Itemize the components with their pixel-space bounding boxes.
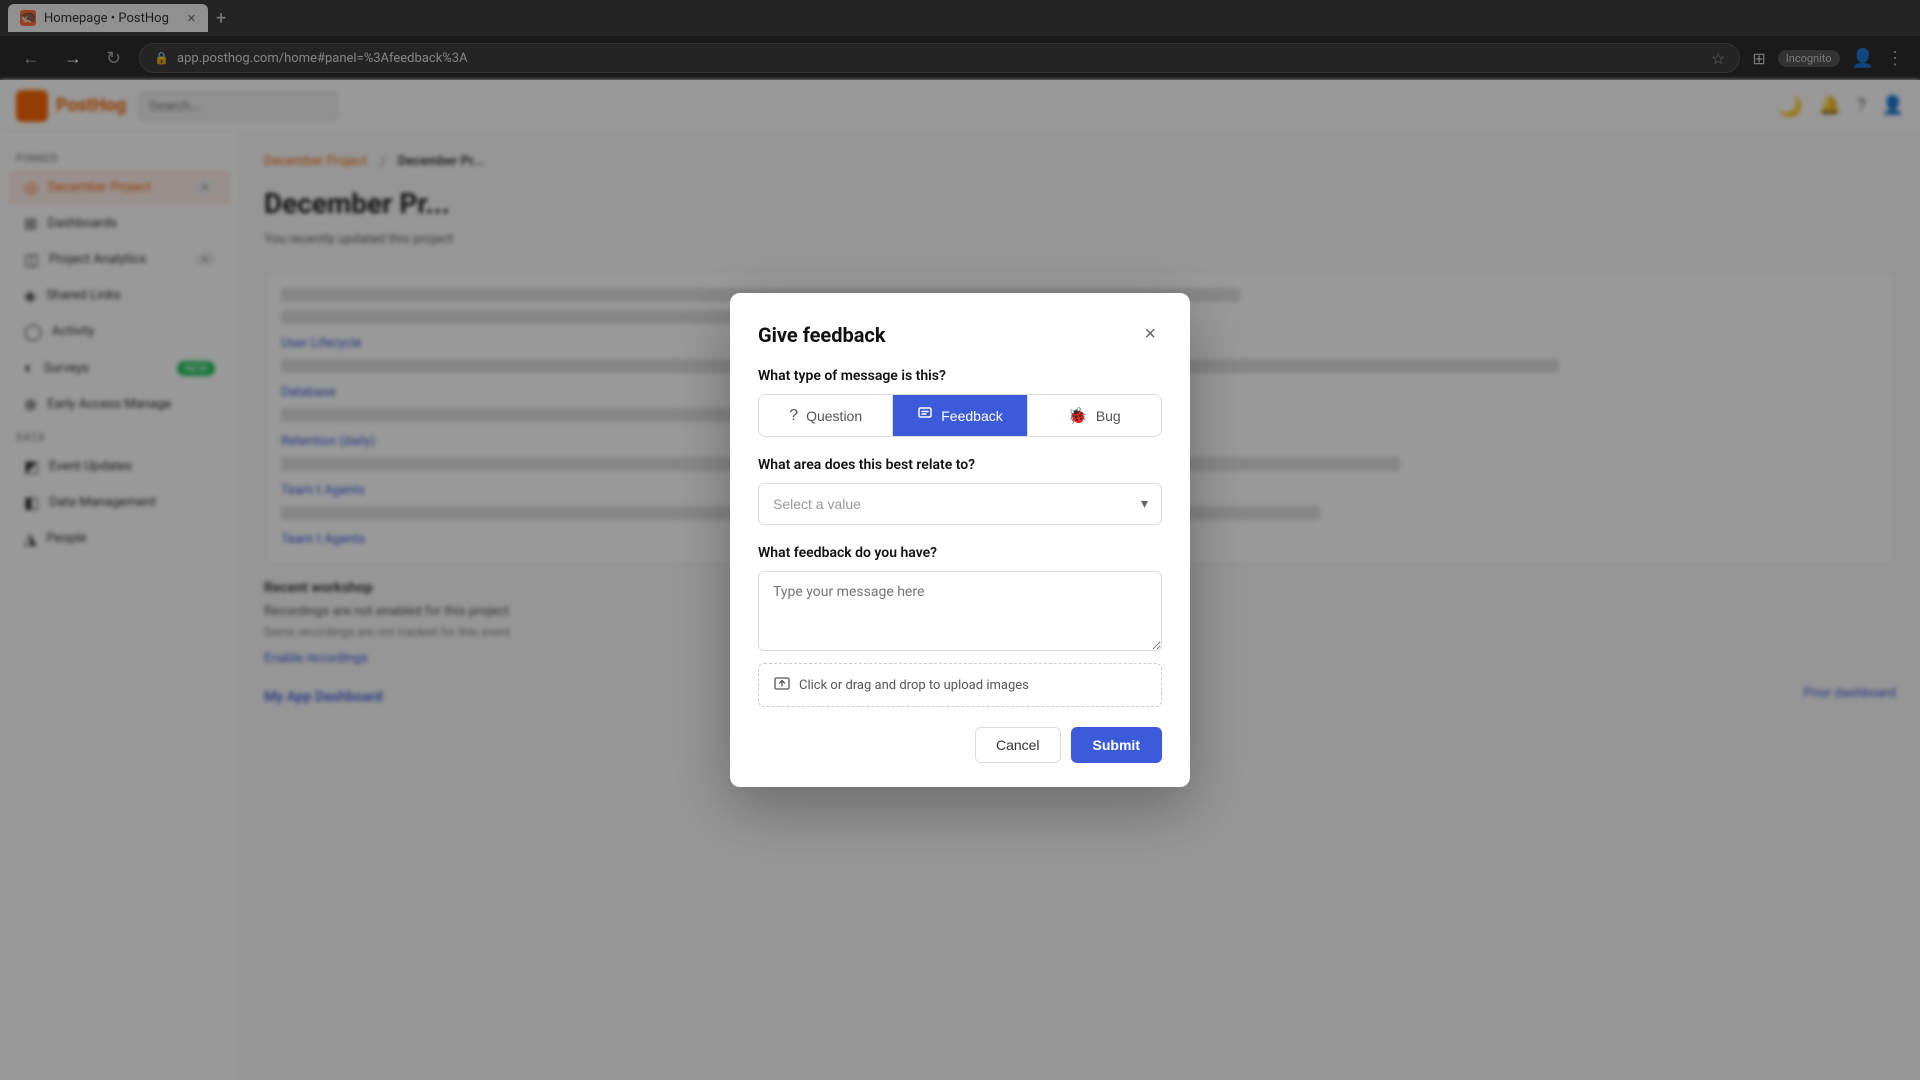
submit-button[interactable]: Submit (1071, 727, 1162, 763)
area-select-wrapper: Select a value Dashboards Analytics Feat… (758, 483, 1162, 525)
feedback-type-button[interactable]: Feedback (893, 395, 1027, 436)
area-label: What area does this best relate to? (758, 457, 1162, 473)
bug-type-button[interactable]: 🐞 Bug (1028, 395, 1161, 436)
feedback-textarea[interactable] (758, 571, 1162, 651)
area-section: What area does this best relate to? Sele… (758, 457, 1162, 525)
cancel-button[interactable]: Cancel (975, 727, 1061, 763)
dialog-footer: Cancel Submit (758, 727, 1162, 763)
feedback-text-label: What feedback do you have? (758, 545, 1162, 561)
question-type-button[interactable]: ? Question (759, 395, 893, 436)
dialog-header: Give feedback × (758, 321, 1162, 348)
question-icon: ? (789, 407, 798, 425)
upload-icon (773, 674, 791, 696)
bug-icon: 🐞 (1068, 406, 1088, 426)
feedback-icon (917, 405, 933, 426)
area-select[interactable]: Select a value Dashboards Analytics Feat… (758, 483, 1162, 525)
dialog-overlay: Give feedback × What type of message is … (0, 0, 1920, 1080)
message-type-section: What type of message is this? ? Question… (758, 368, 1162, 437)
dialog-title: Give feedback (758, 323, 886, 347)
feedback-dialog: Give feedback × What type of message is … (730, 293, 1190, 787)
question-label: Question (806, 408, 862, 424)
feedback-text-section: What feedback do you have? Click or drag… (758, 545, 1162, 707)
type-button-group: ? Question Feedback 🐞 Bug (758, 394, 1162, 437)
upload-area[interactable]: Click or drag and drop to upload images (758, 663, 1162, 707)
upload-label: Click or drag and drop to upload images (799, 678, 1029, 693)
message-type-label: What type of message is this? (758, 368, 1162, 384)
bug-label: Bug (1096, 408, 1121, 424)
dialog-close-button[interactable]: × (1138, 321, 1162, 348)
feedback-label: Feedback (941, 408, 1002, 424)
